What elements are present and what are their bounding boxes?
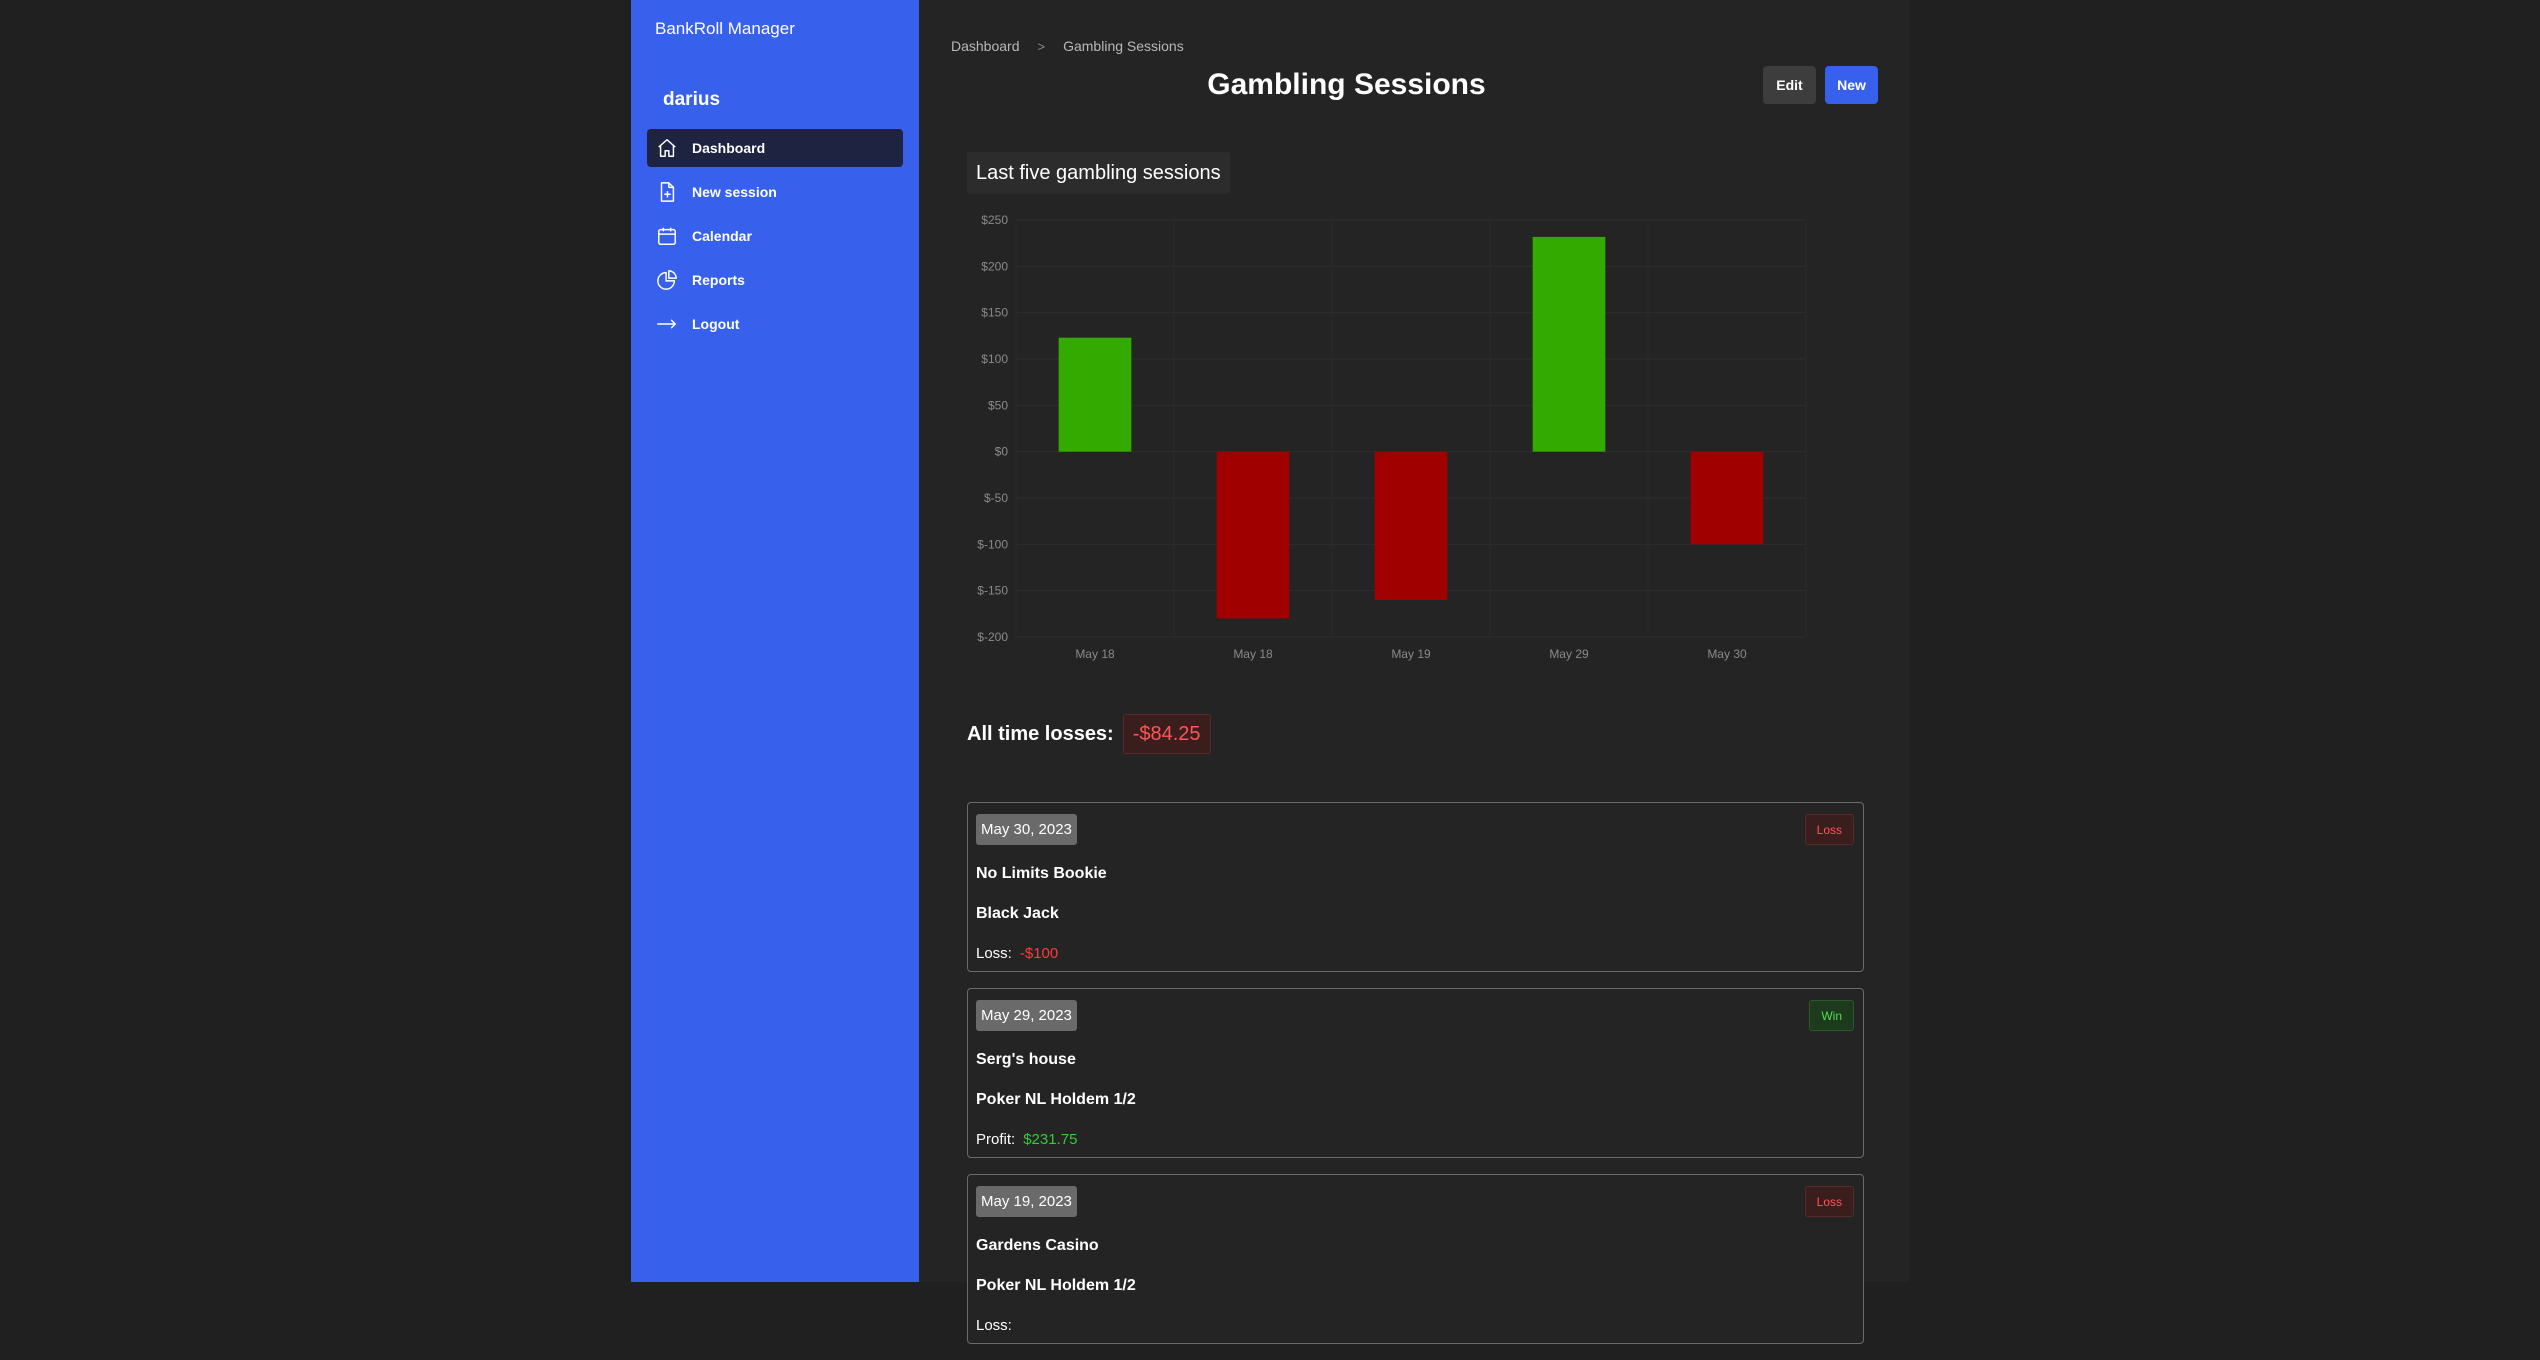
session-place: Serg's house bbox=[976, 1051, 1076, 1068]
result-amount: -$100 bbox=[1019, 945, 1059, 962]
y-tick-label: $200 bbox=[981, 259, 1008, 273]
edit-button[interactable]: Edit bbox=[1763, 66, 1816, 104]
sidebar: BankRoll Manager darius Dashboard New se… bbox=[631, 0, 919, 1282]
all-time-totals: All time losses: -$84.25 bbox=[967, 714, 1211, 754]
chart-title: Last five gambling sessions bbox=[967, 152, 1230, 194]
user-name: darius bbox=[663, 89, 721, 110]
home-icon bbox=[658, 139, 676, 157]
session-game: Poker NL Holdem 1/2 bbox=[976, 1091, 1136, 1108]
session-game: Black Jack bbox=[976, 905, 1059, 922]
result-label: Loss: bbox=[976, 1317, 1012, 1334]
sidebar-nav: Dashboard New session Calendar Reports L… bbox=[647, 129, 903, 349]
x-tick-label: May 19 bbox=[1391, 647, 1431, 661]
x-tick-label: May 29 bbox=[1549, 647, 1589, 661]
main-content: Dashboard > Gambling Sessions Gambling S… bbox=[919, 0, 1910, 1344]
breadcrumb-separator: > bbox=[1037, 38, 1046, 54]
status-badge: Loss bbox=[1804, 1186, 1854, 1217]
sidebar-item-label: New session bbox=[692, 184, 777, 200]
sidebar-item-dashboard[interactable]: Dashboard bbox=[647, 129, 903, 167]
calendar-icon bbox=[658, 227, 676, 245]
session-date: May 30, 2023 bbox=[976, 814, 1077, 845]
y-tick-label: $0 bbox=[995, 445, 1009, 459]
status-badge: Loss bbox=[1804, 814, 1854, 845]
breadcrumb: Dashboard > Gambling Sessions bbox=[951, 38, 1184, 54]
y-tick-label: $-100 bbox=[977, 537, 1008, 551]
sidebar-item-label: Reports bbox=[692, 272, 745, 288]
status-badge: Win bbox=[1809, 1000, 1854, 1031]
sidebar-item-logout[interactable]: Logout bbox=[647, 305, 903, 343]
breadcrumb-dashboard[interactable]: Dashboard bbox=[951, 38, 1020, 54]
document-plus-icon bbox=[660, 182, 675, 202]
result-amount: $231.75 bbox=[1023, 1131, 1078, 1148]
result-label: Loss: bbox=[976, 945, 1012, 962]
x-tick-label: May 18 bbox=[1075, 647, 1115, 661]
y-tick-label: $-50 bbox=[984, 491, 1008, 505]
y-tick-label: $-150 bbox=[977, 584, 1008, 598]
result-label: Profit: bbox=[976, 1131, 1016, 1148]
totals-label: All time losses: bbox=[967, 722, 1114, 745]
sidebar-item-label: Dashboard bbox=[692, 140, 766, 156]
x-tick-label: May 30 bbox=[1707, 647, 1747, 661]
sidebar-item-reports[interactable]: Reports bbox=[647, 261, 903, 299]
sidebar-item-calendar[interactable]: Calendar bbox=[647, 217, 903, 255]
sidebar-item-label: Calendar bbox=[692, 228, 752, 244]
y-tick-label: $50 bbox=[988, 398, 1008, 412]
chart-bar bbox=[1058, 337, 1132, 452]
session-card[interactable]: May 30, 2023 Loss No Limits Bookie Black… bbox=[967, 802, 1864, 972]
chart-bar bbox=[1374, 451, 1448, 600]
session-place: Gardens Casino bbox=[976, 1237, 1099, 1254]
sidebar-item-new-session[interactable]: New session bbox=[647, 173, 903, 211]
app-window: BankRoll Manager darius Dashboard New se… bbox=[631, 0, 1910, 1344]
breadcrumb-current: Gambling Sessions bbox=[1063, 38, 1184, 54]
chart-bar bbox=[1532, 236, 1606, 452]
session-result: Loss: bbox=[976, 1317, 1020, 1334]
chart-pie-icon bbox=[657, 270, 677, 290]
page-title: Gambling Sessions bbox=[1207, 68, 1486, 101]
new-button[interactable]: New bbox=[1825, 66, 1878, 104]
session-result: Loss: -$100 bbox=[976, 945, 1058, 962]
y-tick-label: $-200 bbox=[977, 630, 1008, 644]
sidebar-item-label: Logout bbox=[692, 316, 740, 332]
session-list: May 30, 2023 Loss No Limits Bookie Black… bbox=[967, 802, 1864, 1360]
y-tick-label: $250 bbox=[981, 213, 1008, 227]
y-tick-label: $150 bbox=[981, 306, 1008, 320]
session-date: May 29, 2023 bbox=[976, 1000, 1077, 1031]
session-game: Poker NL Holdem 1/2 bbox=[976, 1277, 1136, 1294]
session-result: Profit: $231.75 bbox=[976, 1131, 1077, 1148]
session-date: May 19, 2023 bbox=[976, 1186, 1077, 1217]
x-tick-label: May 18 bbox=[1233, 647, 1273, 661]
chart-bar bbox=[1690, 451, 1764, 545]
y-tick-label: $100 bbox=[981, 352, 1008, 366]
totals-value: -$84.25 bbox=[1122, 714, 1211, 754]
brand-title[interactable]: BankRoll Manager bbox=[655, 19, 795, 39]
session-place: No Limits Bookie bbox=[976, 865, 1107, 882]
session-card[interactable]: May 19, 2023 Loss Gardens Casino Poker N… bbox=[967, 1174, 1864, 1344]
sessions-bar-chart: $250 $200 $150 $100 $50 $0 $-50 $-100 $-150 $-200… bbox=[977, 213, 1807, 661]
session-card[interactable]: May 29, 2023 Win Serg's house Poker NL H… bbox=[967, 988, 1864, 1158]
arrow-right-icon bbox=[657, 319, 677, 329]
chart-bar bbox=[1216, 451, 1290, 619]
